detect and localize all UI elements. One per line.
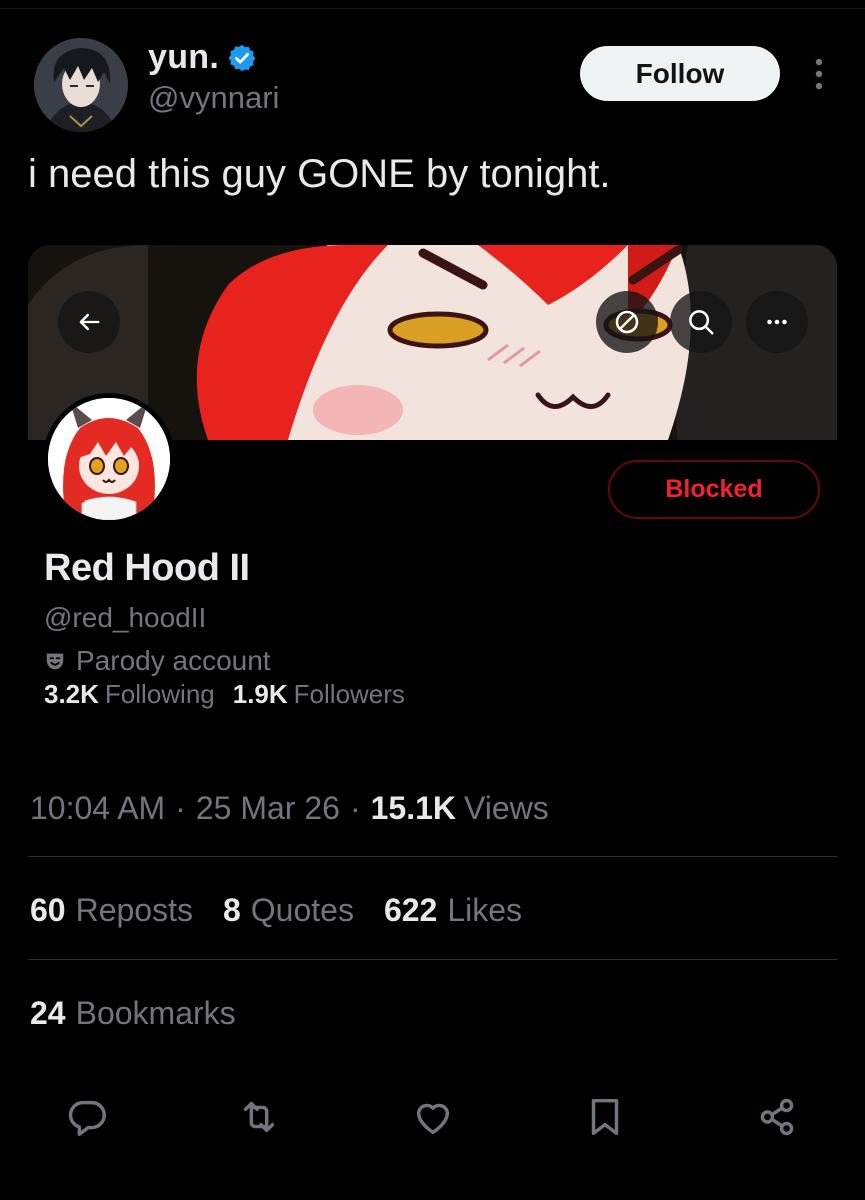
profile-handle: @red_hoodII <box>44 602 207 633</box>
reposts-count: 60 <box>30 892 66 928</box>
divider <box>28 856 837 857</box>
quotes-stat[interactable]: 8 Quotes <box>223 892 354 929</box>
reply-button[interactable] <box>62 1092 112 1142</box>
reposts-stat[interactable]: 60 Reposts <box>30 892 193 929</box>
views-count: 15.1K <box>370 790 456 826</box>
bookmarks-stat[interactable]: 24 Bookmarks <box>30 995 236 1032</box>
likes-count: 622 <box>383 892 438 928</box>
search-button[interactable] <box>670 291 732 353</box>
profile-follow-stats: 3.2K Following 1.9K Followers <box>44 679 423 710</box>
share-button[interactable] <box>752 1092 802 1142</box>
repost-button[interactable] <box>234 1092 284 1142</box>
author-display-name[interactable]: yun. <box>148 38 219 77</box>
separator-dot: · <box>349 790 361 826</box>
like-button[interactable] <box>408 1092 458 1142</box>
tweet-detail-page: yun. @vynnari Follow i need this guy GON… <box>0 0 865 1200</box>
tweet-time[interactable]: 10:04 AM <box>30 790 165 827</box>
parody-mask-icon <box>46 653 64 670</box>
likes-label: Likes <box>447 892 523 928</box>
tweet-text: i need this guy GONE by tonight. <box>28 152 611 196</box>
bookmarks-label: Bookmarks <box>75 995 236 1031</box>
author-name-row: yun. <box>148 38 257 77</box>
unblock-toggle-button[interactable] <box>596 291 658 353</box>
bookmarks-count: 24 <box>30 995 66 1031</box>
following-count: 3.2K <box>44 679 99 709</box>
quotes-label: Quotes <box>250 892 354 928</box>
share-icon <box>760 1098 794 1136</box>
block-circle-icon <box>615 310 639 334</box>
search-icon <box>689 310 714 335</box>
arrow-left-icon <box>79 313 100 331</box>
profile-avatar[interactable] <box>43 393 175 525</box>
heart-icon <box>416 1103 450 1135</box>
reply-icon <box>68 1100 106 1136</box>
more-horizontal-icon <box>767 319 787 325</box>
profile-more-button[interactable] <box>746 291 808 353</box>
author-handle[interactable]: @vynnari <box>148 80 279 116</box>
bookmark-button[interactable] <box>580 1092 630 1142</box>
blocked-button[interactable]: Blocked <box>608 460 820 519</box>
bookmark-icon <box>591 1098 619 1136</box>
followers-count: 1.9K <box>232 679 288 709</box>
followers-label: Followers <box>293 679 405 709</box>
parody-account-label: Parody account <box>44 645 271 677</box>
tweet-meta: 10:04 AM · 25 Mar 26 · 15.1K Views <box>30 790 549 827</box>
embedded-profile-image[interactable]: Blocked Red Hood II @red_hoodII Parody a… <box>28 245 837 720</box>
tweet-action-bar <box>0 1092 865 1142</box>
verified-badge-icon <box>228 44 256 71</box>
following-label: Following <box>104 679 215 709</box>
likes-stat[interactable]: 622 Likes <box>384 892 522 929</box>
follow-button[interactable]: Follow <box>580 46 780 101</box>
engagement-stats: 60 Reposts 8 Quotes 622 Likes <box>30 892 552 929</box>
views-label: Views <box>463 790 549 826</box>
profile-name: Red Hood II <box>44 547 250 589</box>
divider <box>28 959 837 960</box>
more-options-icon[interactable] <box>806 54 832 94</box>
tweet-date[interactable]: 25 Mar 26 <box>196 790 340 827</box>
quotes-count: 8 <box>222 892 241 928</box>
following-stat: 3.2K Following <box>44 679 215 710</box>
back-button[interactable] <box>58 291 120 353</box>
repost-icon <box>243 1101 275 1133</box>
reposts-label: Reposts <box>75 892 193 928</box>
separator-dot: · <box>175 790 186 826</box>
author-avatar[interactable] <box>34 38 128 132</box>
followers-stat: 1.9K Followers <box>233 679 405 710</box>
top-divider <box>0 8 865 9</box>
parody-label-text: Parody account <box>76 645 271 676</box>
